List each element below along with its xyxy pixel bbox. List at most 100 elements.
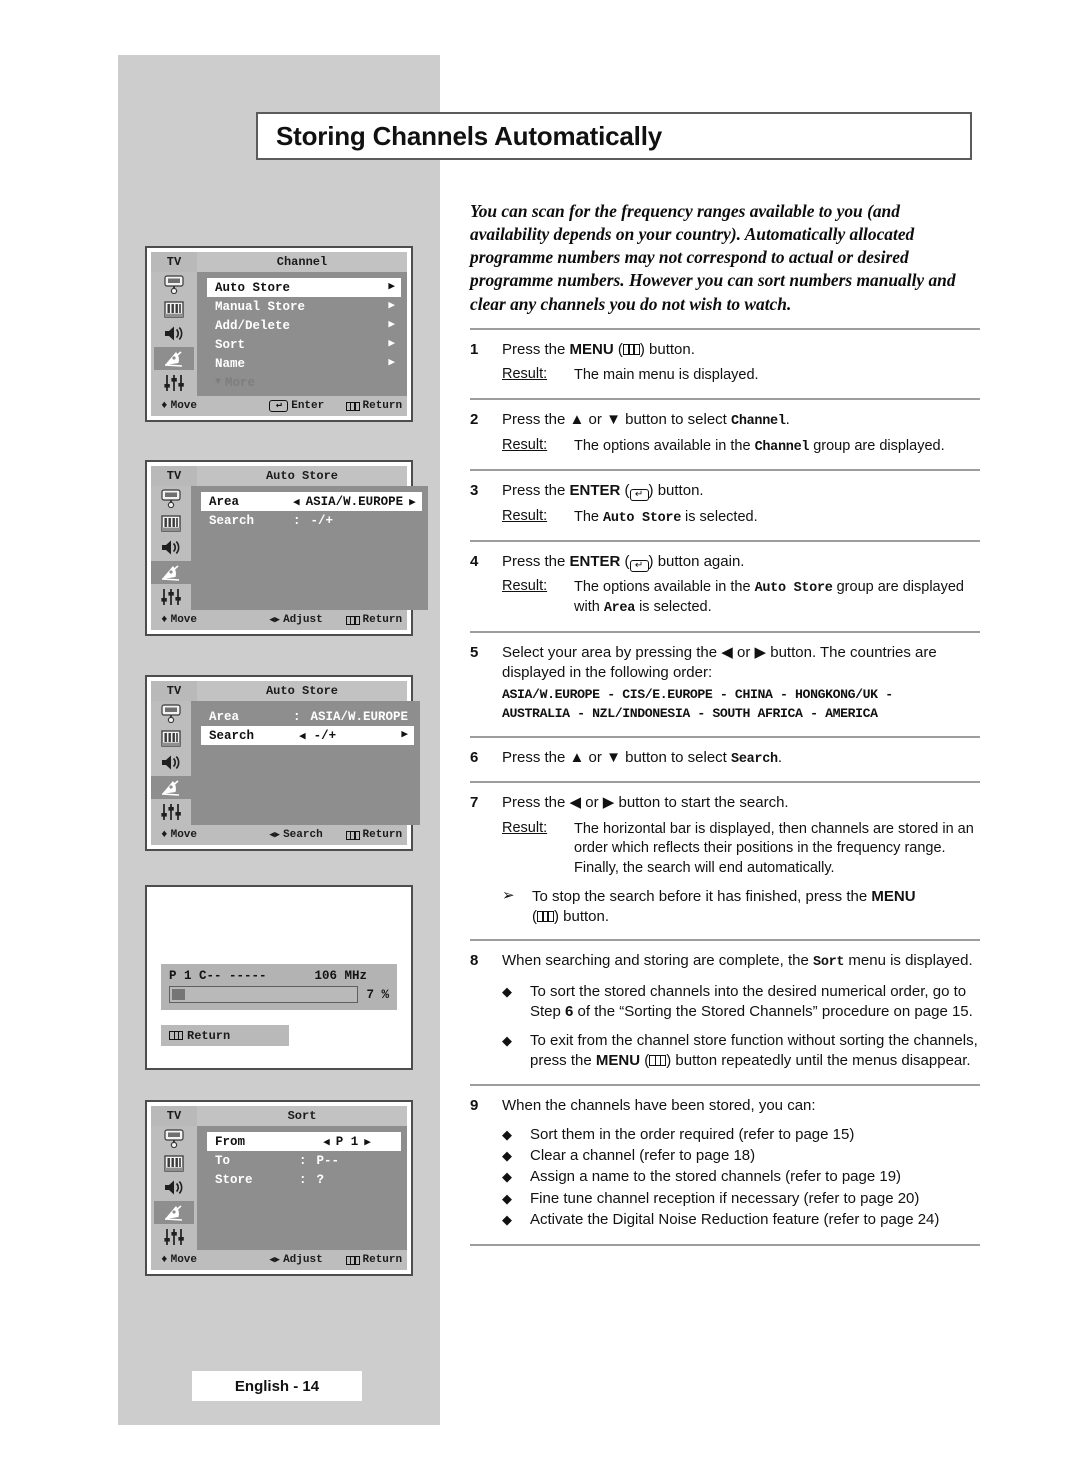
chevron-left-icon[interactable]: ◀ [323,1135,330,1149]
satellite-dish-icon[interactable] [154,346,194,371]
footer-return-label: Return [362,400,403,412]
step-9-item-1: ◆ Sort them in the order required (refer… [470,1125,980,1145]
setup-sliders-icon[interactable] [151,585,191,609]
speaker-icon[interactable] [151,751,191,775]
down-arrow-icon: ▼ [606,749,621,767]
sound-bars-icon[interactable] [154,1152,194,1176]
sound-bars-icon[interactable] [151,727,191,751]
step-7: 7 Press the ◀ or ▶ button to start the s… [470,793,980,813]
setup-sliders-icon[interactable] [151,800,191,824]
step-text: Press the ENTER (↵) button again. [502,552,745,572]
footer-move-label: Move [170,1254,198,1266]
option-row-area[interactable]: Area ◀ ASIA/W.EUROPE ▶ [201,492,422,511]
chevron-right-icon: ▶ [388,357,395,369]
menu-item-label: Manual Store [215,299,306,314]
menu-item-add-delete[interactable]: Add/Delete ▶ [207,316,401,335]
sound-bars-icon[interactable] [151,512,191,536]
manual-page: Storing Channels Automatically TV Channe… [0,0,1080,1482]
menu-item-name[interactable]: Name ▶ [207,354,401,373]
osd-icon-column [151,1126,197,1250]
setup-sliders-icon[interactable] [154,371,194,395]
picture-icon[interactable] [154,1127,194,1151]
satellite-dish-icon[interactable] [151,560,191,585]
step-9-item-3: ◆ Assign a name to the stored channels (… [470,1167,980,1187]
bullet-text: Sort them in the order required (refer t… [530,1125,855,1143]
menu-item-sort[interactable]: Sort ▶ [207,335,401,354]
diamond-bullet-icon: ◆ [502,1126,512,1142]
setup-sliders-icon[interactable] [154,1225,194,1249]
menu-item-label: Add/Delete [215,318,291,333]
step-number: 6 [470,749,479,767]
option-row-from[interactable]: From ◀ P 1 ▶ [207,1132,401,1151]
footer-move-label: Move [170,614,198,626]
picture-icon[interactable] [151,702,191,726]
channel-info: P 1 C-- ----- [169,969,267,983]
osd-search-progress: P 1 C-- ----- 106 MHz 7 % Return [145,885,413,1070]
satellite-dish-icon[interactable] [154,1200,194,1225]
option-label: To [215,1153,231,1168]
progress-return-button[interactable]: Return [161,1025,289,1046]
page-footer-label: English - 14 [234,1377,320,1395]
page-title: Storing Channels Automatically [276,120,662,151]
option-name: Channel [731,413,786,429]
divider [470,327,980,330]
chevron-right-icon[interactable]: ▶ [364,1135,371,1149]
left-arrow-icon: ◀ [721,643,733,661]
down-arrow-icon: ▼ [606,410,621,428]
step-number: 8 [470,952,479,970]
option-row-search[interactable]: Search : -/+ [201,511,422,530]
chevron-left-icon[interactable]: ◀ [293,495,300,509]
menu-key-label: MENU [569,340,614,358]
option-label: Store [215,1172,253,1187]
satellite-dish-icon[interactable] [151,775,191,800]
picture-icon[interactable] [151,487,191,511]
menu-icon [345,830,360,840]
step-7-result: Result: The horizontal bar is displayed,… [470,820,980,879]
option-row-search[interactable]: Search ◀ -/+ ▶ [201,726,415,745]
menu-icon [345,401,360,411]
step-1-result: Result: The main menu is displayed. [470,366,980,386]
osd-icon-column [151,486,191,610]
step-9: 9 When the channels have been stored, yo… [470,1096,980,1116]
chevron-left-icon[interactable]: ◀ [299,729,306,743]
footer-move-label: Move [170,400,198,412]
bullet-text: To exit from the channel store function … [530,1032,978,1070]
menu-item-more[interactable]: ▼ More [207,373,401,392]
osd-sort-menu: TV Sort From ◀ P 1 ▶ To: P-- Store: ? … [145,1100,413,1276]
country-order-line-1: ASIA/W.EUROPE - CIS/E.EUROPE - CHINA - H… [502,687,893,703]
chevron-right-icon[interactable]: ▶ [409,495,416,509]
picture-icon[interactable] [154,273,194,297]
footer-return-label: Return [362,614,403,626]
bullet-text: To sort the stored channels into the des… [530,982,973,1020]
chevron-right-icon[interactable]: ▶ [401,730,408,741]
menu-item-label: More [225,375,256,390]
divider [470,630,980,633]
osd-footer: ♦ Move ↵ Enter Return [151,396,407,416]
osd-channel-menu: TV Channel Auto Store ▶ Manual Store ▶ A… [145,246,413,422]
menu-item-auto-store[interactable]: Auto Store ▶ [207,278,401,297]
right-arrow-icon: ▶ [754,643,767,661]
option-row-store[interactable]: Store : ? [207,1170,401,1189]
option-value: ASIA/W.EUROPE [310,709,409,724]
option-name: Sort [813,955,845,971]
step-text-post: ) button. [639,340,695,358]
step-4: 4 Press the ENTER (↵) button again. [470,552,980,572]
diamond-bullet-icon: ◆ [502,1169,512,1185]
osd-source-label: TV [151,681,197,701]
progress-panel: P 1 C-- ----- 106 MHz 7 % [161,964,397,1010]
sound-bars-icon[interactable] [154,298,194,322]
speaker-icon[interactable] [154,1176,194,1200]
menu-icon [622,343,640,355]
option-row-to[interactable]: To : P-- [207,1151,401,1170]
option-row-area[interactable]: Area : ASIA/W.EUROPE [201,707,414,726]
step-2: 2 Press the ▲ or ▼ button to select Chan… [470,410,980,431]
speaker-icon[interactable] [154,322,194,346]
result-text: The options available in the Channel gro… [574,437,945,455]
speaker-icon[interactable] [151,536,191,560]
menu-item-manual-store[interactable]: Manual Store ▶ [207,297,401,316]
osd-title: Channel [197,252,407,272]
diamond-bullet-icon: ◆ [502,1148,512,1164]
option-value: P-- [316,1153,340,1168]
osd-icon-column [151,272,197,396]
divider [470,736,980,739]
